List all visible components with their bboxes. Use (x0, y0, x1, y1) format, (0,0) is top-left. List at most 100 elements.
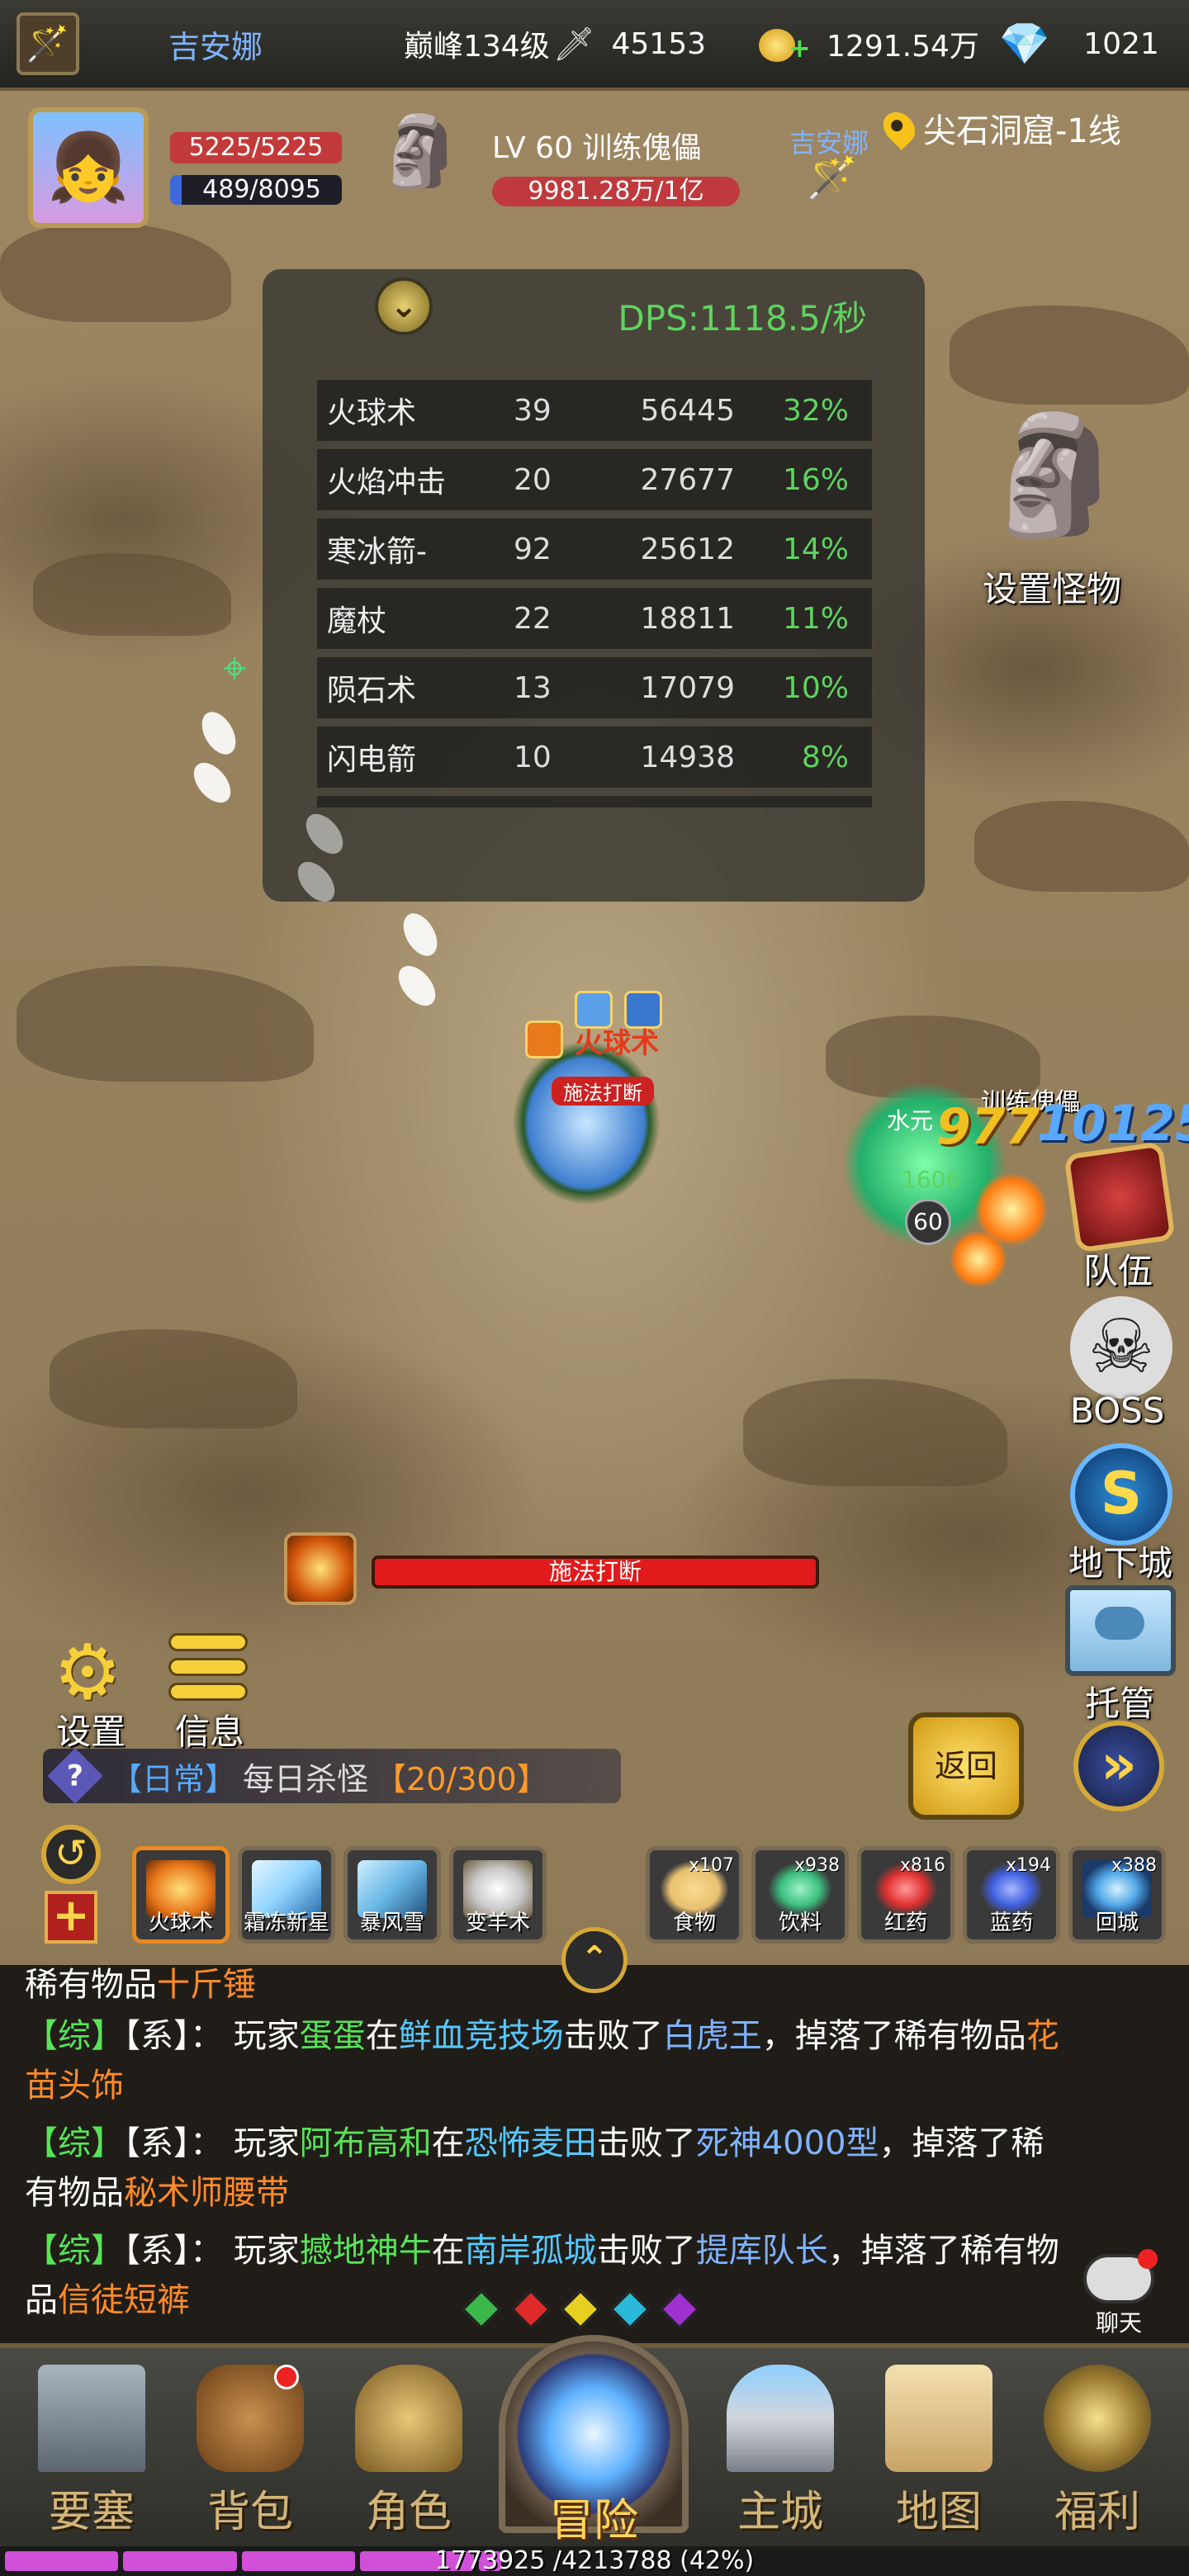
chat-player[interactable]: 撼地神牛 (300, 2232, 432, 2270)
gift-bag-icon (1044, 2365, 1151, 2472)
player-mp-bar: 489/8095 (170, 175, 342, 205)
shield-icon[interactable] (1063, 1141, 1176, 1253)
chat-text: 玩家 (233, 2017, 300, 2055)
combat-power: 45153 (611, 26, 707, 61)
rotate-icon[interactable]: ↺ (41, 1825, 101, 1884)
skill-slot[interactable]: 暴风雪 (343, 1846, 441, 1944)
auto-play-button[interactable]: 托管 (1085, 1676, 1154, 1726)
chevron-down-icon[interactable]: ⌄ (375, 277, 433, 335)
staff-icon[interactable]: 🪄 (17, 12, 79, 75)
auto-play-icon[interactable] (1065, 1585, 1176, 1676)
dps-damage: 14938 (640, 740, 735, 774)
dps-panel: ⌄ DPS:1118.5/秒 火球术 39 56445 32% 火焰冲击 20 … (263, 269, 925, 902)
top-status-bar: 🪄 吉安娜 巅峰134级 🗡 45153 1291.54万 💎 1021 (0, 0, 1189, 91)
nav-label: 背包 (206, 2488, 293, 2537)
dps-skill: 闪电箭 (327, 743, 417, 777)
fast-forward-button[interactable]: » (1073, 1721, 1164, 1811)
map-location[interactable]: 尖石洞窟-1线 (877, 104, 1121, 152)
item-slot[interactable]: x938 饮料 (751, 1846, 849, 1944)
target-hp-bar: 9981.28万/1亿 (492, 177, 740, 206)
city-icon (727, 2365, 834, 2472)
waypoint-marker-icon: ⌖ (223, 644, 247, 692)
chat-panel[interactable]: 稀有物品十斤锤 【综】【系】： 玩家蛋蛋在鲜血竞技场击败了白虎王，掉落了稀有物品… (0, 1965, 1189, 2345)
item-slot[interactable]: x388 回城 (1068, 1846, 1166, 1944)
channel-dot-purple[interactable] (659, 2289, 700, 2330)
skull-icon[interactable]: ☠ (1070, 1296, 1172, 1399)
channel-dot-yellow[interactable] (560, 2289, 601, 2330)
hero-cast-interrupted-label: 施法打断 (552, 1077, 654, 1106)
chat-boss: 白虎王 (662, 2017, 762, 2055)
dps-row: 闪电箭 10 14938 8% (317, 727, 872, 788)
item-slot[interactable]: x107 食物 (646, 1846, 743, 1944)
channel-dot-green[interactable] (461, 2289, 502, 2330)
chat-button[interactable]: 聊天 (1073, 2249, 1164, 2337)
item-slot[interactable]: x816 红药 (857, 1846, 955, 1944)
dps-row: 陨石术 13 17079 10% (317, 657, 872, 718)
castle-icon (38, 2365, 145, 2472)
chat-place: 鲜血竞技场 (398, 2017, 564, 2055)
dps-percent: 32% (782, 393, 849, 428)
chat-message: 【综】【系】： 玩家蛋蛋在鲜血竞技场击败了白虎王，掉落了稀有物品花苗头饰 (25, 2011, 1065, 2110)
player-name: 吉安娜 (168, 28, 263, 65)
chat-text: 在 (431, 2232, 465, 2270)
player-hp-bar: 5225/5225 (170, 132, 342, 163)
dps-damage: 27677 (640, 462, 735, 497)
gold-coin-add-icon[interactable] (756, 21, 813, 67)
chat-item[interactable]: 信徒短裤 (58, 2281, 190, 2319)
nav-character[interactable]: 角色 (347, 2365, 471, 2546)
chat-system-tag: 【系】： (124, 2232, 223, 2270)
nav-map[interactable]: 地图 (877, 2365, 1001, 2546)
dungeon-icon[interactable]: S (1070, 1443, 1172, 1546)
item-slot[interactable]: x194 蓝药 (963, 1846, 1060, 1944)
daily-quest-tracker[interactable]: ? 【日常】 每日杀怪 【20/300】 (43, 1748, 621, 1804)
boss-button[interactable]: BOSS (1070, 1390, 1164, 1431)
chat-place: 恐怖麦田 (464, 2124, 597, 2162)
nav-label: 要塞 (48, 2488, 135, 2537)
skill-slot[interactable]: 变羊术 (449, 1846, 547, 1944)
player-avatar[interactable]: 👧 (28, 107, 149, 228)
staff-icon: 🪄 (806, 154, 859, 201)
target-portrait[interactable]: 🗿 (375, 111, 466, 218)
nav-main-city[interactable]: 主城 (718, 2365, 842, 2546)
chat-text: 在 (431, 2124, 465, 2162)
nav-fortress[interactable]: 要塞 (30, 2365, 154, 2546)
nav-adventure[interactable]: 冒险 (499, 2484, 689, 2549)
info-button[interactable]: 信息 (175, 1704, 244, 1754)
rock-decoration (743, 1379, 1007, 1486)
skill-slot[interactable]: 火球术 (132, 1846, 230, 1944)
gear-icon[interactable]: ⚙ (48, 1633, 127, 1712)
item-quantity: x816 (899, 1855, 945, 1876)
team-button[interactable]: 队伍 (1083, 1243, 1153, 1294)
channel-dot-red[interactable] (510, 2289, 552, 2330)
return-button[interactable]: 返回 (908, 1712, 1024, 1820)
dungeon-button[interactable]: 地下城 (1068, 1536, 1172, 1586)
chat-bubble-icon (1083, 2249, 1158, 2304)
nav-backpack[interactable]: 背包 (188, 2365, 312, 2546)
dps-damage: 17079 (640, 670, 735, 705)
diamond-icon[interactable]: 💎 (999, 20, 1050, 69)
menu-icon[interactable] (168, 1633, 248, 1712)
set-monster-button[interactable]: 设置怪物 (983, 561, 1121, 612)
player-character[interactable] (512, 1040, 661, 1205)
chat-item[interactable]: 秘术师腰带 (124, 2174, 289, 2212)
item-label: 回城 (1095, 1911, 1139, 1935)
chevron-up-icon[interactable]: ⌃ (561, 1927, 628, 1993)
rock-decoration (33, 553, 231, 636)
settings-button[interactable]: 设置 (56, 1704, 126, 1754)
skill-slot[interactable]: 霜冻新星 (238, 1846, 335, 1944)
nav-welfare[interactable]: 福利 (1035, 2365, 1159, 2546)
dps-percent: 16% (782, 462, 849, 497)
chat-line-partial: 稀有物品十斤锤 (25, 1960, 1065, 2010)
chat-player[interactable]: 阿布高和 (300, 2124, 432, 2162)
chat-player[interactable]: 蛋蛋 (300, 2017, 366, 2055)
chat-boss: 死神4000型 (695, 2124, 879, 2162)
dps-damage: 56445 (640, 393, 735, 428)
dps-row: 火焰冲击 20 27677 16% (317, 449, 872, 510)
helmet-icon (355, 2365, 462, 2472)
training-dummy-icon[interactable]: 🗿 (983, 408, 1126, 565)
rock-decoration (50, 1329, 297, 1428)
channel-dot-cyan[interactable] (609, 2289, 651, 2330)
chat-text: 在 (365, 2017, 399, 2055)
dps-skill: 陨石术 (327, 674, 417, 708)
add-skill-button[interactable]: + (45, 1891, 97, 1944)
